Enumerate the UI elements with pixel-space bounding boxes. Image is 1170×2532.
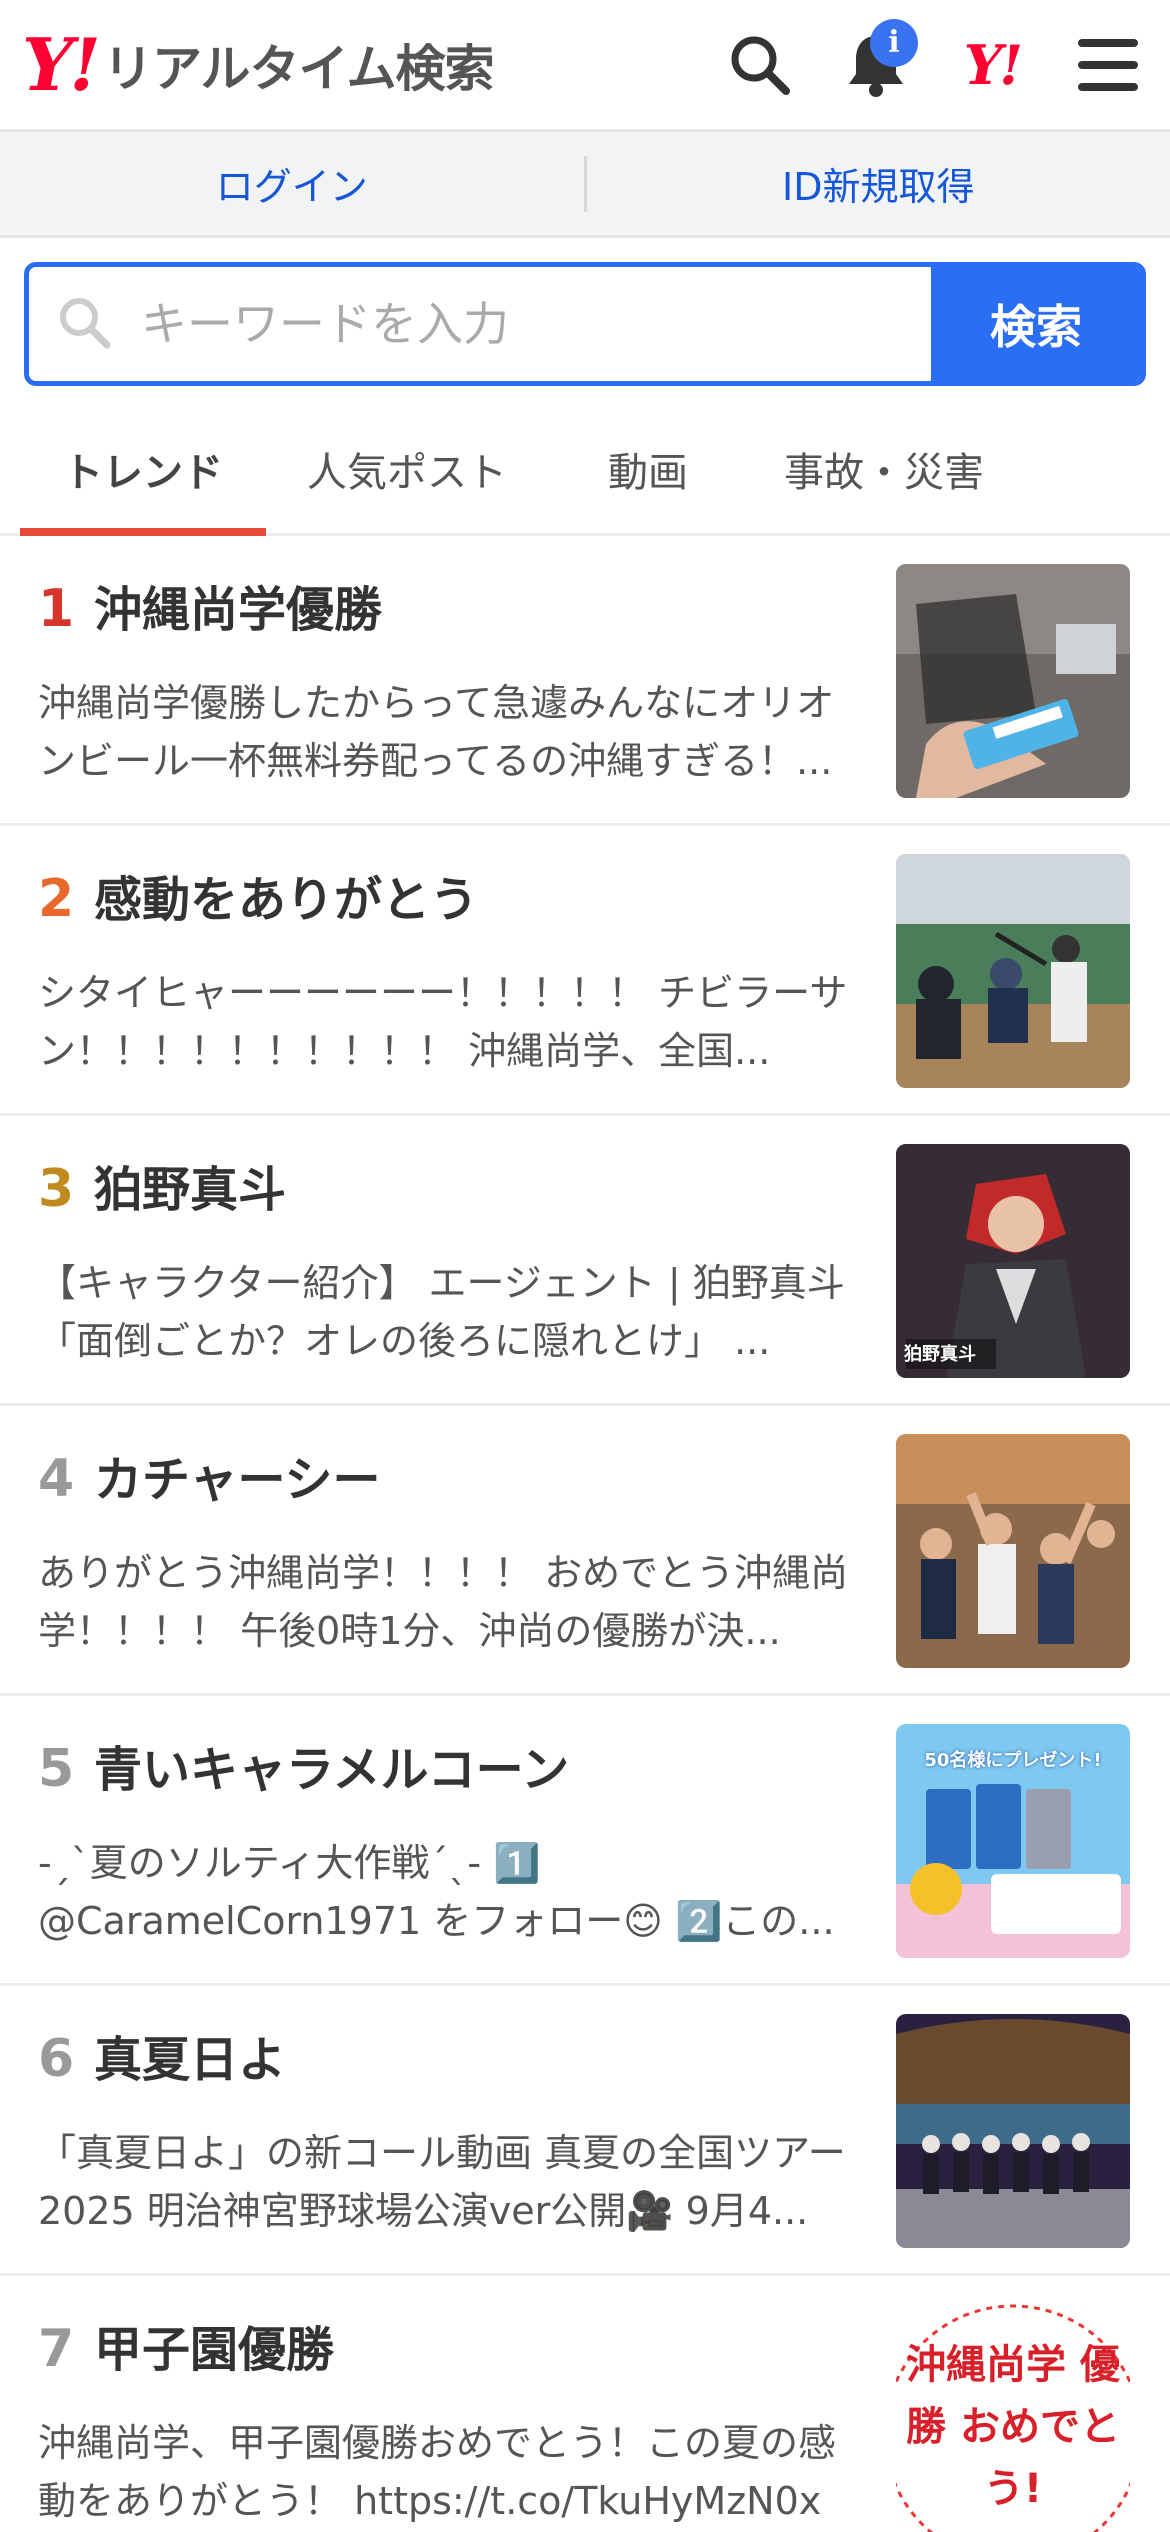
menu-icon[interactable] (1068, 25, 1148, 105)
trend-item[interactable]: 4 カチャーシー ありがとう沖縄尚学！！！！ おめでとう沖縄尚学！！！！ 午後0… (0, 1406, 1170, 1696)
trend-title: 感動をありがとう (94, 872, 479, 928)
trend-description: -ˏˋ夏のソルティ大作戦ˊˎ- 1️⃣ @CaramelCorn1971 をフォ… (38, 1841, 835, 1943)
trend-item[interactable]: 3 狛野真斗 【キャラクター紹介】 エージェント | 狛野真斗 「面倒ごとか？オ… (0, 1116, 1170, 1406)
trend-item[interactable]: 6 真夏日よ 「真夏日よ」の新コール動画 真夏の全国ツアー2025 明治神宮野球… (0, 1986, 1170, 2276)
trend-title: 沖縄尚学優勝 (94, 582, 383, 638)
thumbnail-caption: 狛野真斗 (904, 1344, 976, 1365)
search-field-icon (57, 295, 111, 353)
search-button[interactable]: 検索 (931, 267, 1141, 381)
trend-item[interactable]: 7 甲子園優勝 沖縄尚学、甲子園優勝おめでとう！この夏の感動をありがとう！ ht… (0, 2276, 1170, 2532)
trend-thumbnail[interactable] (896, 564, 1130, 798)
category-tabs: トレンド 人気ポスト 動画 事故・災害 (0, 408, 1170, 536)
search-input[interactable] (141, 297, 841, 351)
trend-rank: 3 (38, 1159, 75, 1219)
yahoo-icon-text: Y! (963, 32, 1023, 97)
tab-popular-posts[interactable]: 人気ポスト (266, 408, 548, 533)
trend-description: 「真夏日よ」の新コール動画 真夏の全国ツアー2025 明治神宮野球場公演ver公… (38, 2131, 846, 2233)
login-link[interactable]: ログイン (0, 156, 584, 211)
trend-description: シタイヒャーーーーーー！！！！！ チビラーサン！！！！！！！！！！ 沖縄尚学、全… (38, 971, 848, 1073)
trend-thumbnail[interactable]: 50名様にプレゼント! (896, 1724, 1130, 1958)
account-bar: ログイン ID新規取得 (0, 132, 1170, 238)
yahoo-top-icon[interactable]: Y! (952, 25, 1032, 105)
trend-thumbnail[interactable] (896, 854, 1130, 1088)
tab-trend[interactable]: トレンド (20, 408, 266, 536)
trend-rank: 1 (38, 579, 75, 639)
trend-description: ありがとう沖縄尚学！！！！ おめでとう沖縄尚学！！！！ 午後0時1分、沖尚の優勝… (38, 1551, 849, 1653)
trend-thumbnail[interactable]: 狛野真斗 (896, 1144, 1130, 1378)
trend-item[interactable]: 5 青いキャラメルコーン -ˏˋ夏のソルティ大作戦ˊˎ- 1️⃣ @Carame… (0, 1696, 1170, 1986)
register-link[interactable]: ID新規取得 (587, 156, 1170, 211)
yahoo-logo-mark: Y! (22, 21, 101, 107)
trend-rank: 4 (38, 1449, 75, 1509)
service-name: リアルタイム検索 (103, 39, 494, 98)
yahoo-realtime-logo[interactable]: Y! リアルタイム検索 (22, 21, 495, 107)
trend-title: 甲子園優勝 (94, 2322, 335, 2378)
tab-videos[interactable]: 動画 (548, 408, 748, 533)
trend-title: 真夏日よ (94, 2032, 287, 2088)
trend-thumbnail[interactable] (896, 2014, 1130, 2248)
app-header: Y! リアルタイム検索 i Y! (0, 0, 1170, 132)
notification-bell-icon[interactable]: i (836, 18, 918, 105)
trend-description: 沖縄尚学、甲子園優勝おめでとう！この夏の感動をありがとう！ https://t.… (38, 2421, 837, 2523)
trend-rank: 5 (38, 1739, 75, 1799)
trend-rank: 2 (38, 869, 75, 929)
trend-thumbnail[interactable] (896, 1434, 1130, 1668)
tab-accidents-disasters[interactable]: 事故・災害 (748, 408, 1020, 533)
thumbnail-caption: 50名様にプレゼント! (924, 1750, 1102, 1771)
trend-title: 青いキャラメルコーン (94, 1742, 570, 1798)
notification-badge: i (870, 18, 918, 67)
thumbnail-caption: 沖縄尚学 優勝 おめでとう! (906, 2342, 1120, 2512)
trend-title: 狛野真斗 (94, 1162, 287, 1218)
trend-description: 沖縄尚学優勝したからって急遽みんなにオリオンビール一杯無料券配ってるの沖縄すぎる… (38, 681, 835, 783)
trend-description: 【キャラクター紹介】 エージェント | 狛野真斗 「面倒ごとか？オレの後ろに隠れ… (38, 1261, 845, 1363)
search-icon[interactable] (720, 25, 800, 105)
search-box: 検索 (24, 262, 1146, 386)
trend-title: カチャーシー (94, 1452, 381, 1508)
trend-list: 1 沖縄尚学優勝 沖縄尚学優勝したからって急遽みんなにオリオンビール一杯無料券配… (0, 536, 1170, 2532)
trend-item[interactable]: 2 感動をありがとう シタイヒャーーーーーー！！！！！ チビラーサン！！！！！！… (0, 826, 1170, 1116)
trend-thumbnail[interactable]: 沖縄尚学 優勝 おめでとう! (896, 2304, 1130, 2532)
trend-item[interactable]: 1 沖縄尚学優勝 沖縄尚学優勝したからって急遽みんなにオリオンビール一杯無料券配… (0, 536, 1170, 826)
trend-rank: 6 (38, 2029, 75, 2089)
trend-rank: 7 (38, 2319, 75, 2379)
